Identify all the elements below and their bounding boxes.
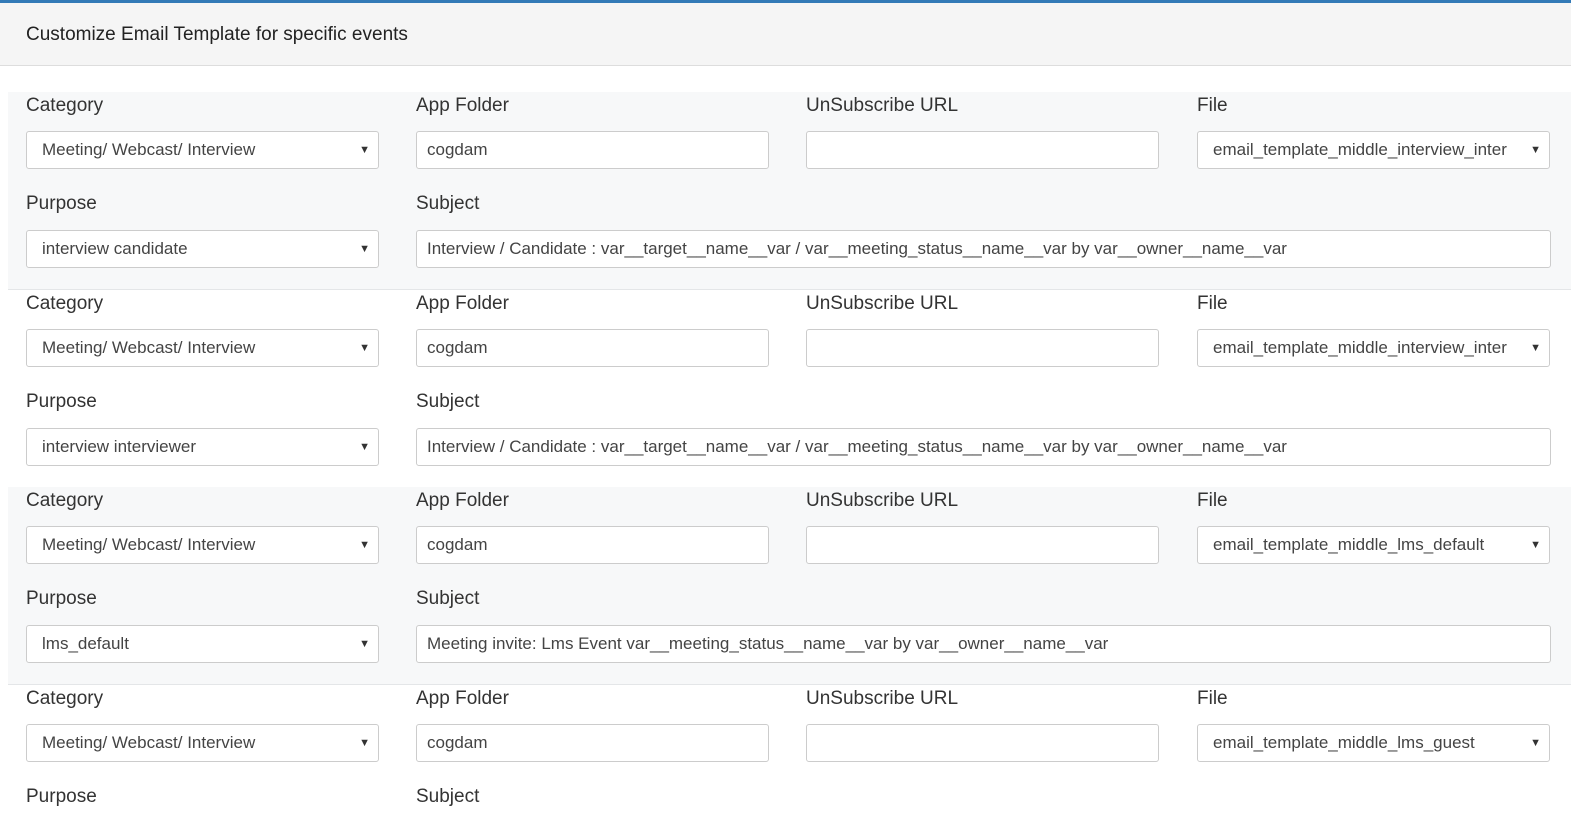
unsubscribe-url-label: UnSubscribe URL	[806, 490, 959, 511]
app-folder-input[interactable]: cogdam	[416, 329, 769, 367]
unsubscribe-url-label: UnSubscribe URL	[806, 95, 959, 116]
caret-down-icon: ▼	[359, 539, 370, 551]
unsubscribe-url-input[interactable]	[806, 329, 1159, 367]
category-label: Category	[26, 293, 104, 314]
caret-down-icon: ▼	[359, 638, 370, 650]
app-folder-input[interactable]: cogdam	[416, 526, 769, 564]
caret-down-icon: ▼	[1530, 342, 1541, 354]
category-value: Meeting/ Webcast/ Interview	[42, 733, 256, 752]
unsubscribe-url-input[interactable]	[806, 724, 1159, 762]
caret-down-icon: ▼	[359, 144, 370, 156]
category-value: Meeting/ Webcast/ Interview	[42, 535, 256, 554]
purpose-select[interactable]: interview interviewer ▼	[26, 428, 379, 466]
file-value: email_template_middle_lms_guest	[1213, 733, 1475, 752]
purpose-label: Purpose	[26, 786, 97, 807]
subject-input[interactable]: Interview / Candidate : var__target__nam…	[416, 428, 1551, 466]
category-select[interactable]: Meeting/ Webcast/ Interview ▼	[26, 724, 379, 762]
file-label: File	[1197, 688, 1228, 709]
caret-down-icon: ▼	[359, 342, 370, 354]
app-folder-input[interactable]: cogdam	[416, 724, 769, 762]
template-block: Category App Folder UnSubscribe URL File…	[8, 487, 1571, 685]
purpose-value: lms_default	[42, 634, 129, 653]
file-label: File	[1197, 95, 1228, 116]
file-value: email_template_middle_lms_default	[1213, 535, 1485, 554]
category-label: Category	[26, 95, 104, 116]
subject-label: Subject	[416, 786, 480, 807]
caret-down-icon: ▼	[1530, 539, 1541, 551]
purpose-label: Purpose	[26, 193, 97, 214]
purpose-select[interactable]: interview candidate ▼	[26, 230, 379, 268]
category-value: Meeting/ Webcast/ Interview	[42, 338, 256, 357]
app-folder-label: App Folder	[416, 688, 509, 709]
category-label: Category	[26, 490, 104, 511]
app-folder-label: App Folder	[416, 95, 509, 116]
file-value: email_template_middle_interview_inter	[1213, 140, 1507, 159]
caret-down-icon: ▼	[359, 737, 370, 749]
file-select[interactable]: email_template_middle_interview_inter ▼	[1197, 131, 1550, 169]
subject-label: Subject	[416, 193, 480, 214]
category-value: Meeting/ Webcast/ Interview	[42, 140, 256, 159]
file-label: File	[1197, 293, 1228, 314]
subject-input[interactable]: Meeting invite: Lms Event var__meeting_s…	[416, 625, 1551, 663]
caret-down-icon: ▼	[1530, 144, 1541, 156]
subject-label: Subject	[416, 588, 480, 609]
purpose-value: interview candidate	[42, 239, 188, 258]
caret-down-icon: ▼	[359, 441, 370, 453]
purpose-value: interview interviewer	[42, 437, 196, 456]
subject-input[interactable]: Interview / Candidate : var__target__nam…	[416, 230, 1551, 268]
app-folder-label: App Folder	[416, 293, 509, 314]
template-block: Category App Folder UnSubscribe URL File…	[8, 290, 1571, 488]
category-label: Category	[26, 688, 104, 709]
category-select[interactable]: Meeting/ Webcast/ Interview ▼	[26, 526, 379, 564]
category-select[interactable]: Meeting/ Webcast/ Interview ▼	[26, 329, 379, 367]
unsubscribe-url-label: UnSubscribe URL	[806, 293, 959, 314]
unsubscribe-url-input[interactable]	[806, 131, 1159, 169]
unsubscribe-url-input[interactable]	[806, 526, 1159, 564]
template-block: Category App Folder UnSubscribe URL File…	[8, 685, 1571, 826]
app-folder-input[interactable]: cogdam	[416, 131, 769, 169]
template-block: Category App Folder UnSubscribe URL File…	[8, 92, 1571, 290]
purpose-label: Purpose	[26, 391, 97, 412]
app-folder-label: App Folder	[416, 490, 509, 511]
unsubscribe-url-label: UnSubscribe URL	[806, 688, 959, 709]
caret-down-icon: ▼	[1530, 737, 1541, 749]
caret-down-icon: ▼	[359, 243, 370, 255]
file-select[interactable]: email_template_middle_lms_default ▼	[1197, 526, 1550, 564]
email-template-panel: Customize Email Template for specific ev…	[0, 0, 1571, 826]
category-select[interactable]: Meeting/ Webcast/ Interview ▼	[26, 131, 379, 169]
purpose-select[interactable]: lms_default ▼	[26, 625, 379, 663]
file-value: email_template_middle_interview_inter	[1213, 338, 1507, 357]
file-select[interactable]: email_template_middle_lms_guest ▼	[1197, 724, 1550, 762]
panel-title: Customize Email Template for specific ev…	[0, 3, 1571, 66]
file-select[interactable]: email_template_middle_interview_inter ▼	[1197, 329, 1550, 367]
purpose-label: Purpose	[26, 588, 97, 609]
file-label: File	[1197, 490, 1228, 511]
subject-label: Subject	[416, 391, 480, 412]
